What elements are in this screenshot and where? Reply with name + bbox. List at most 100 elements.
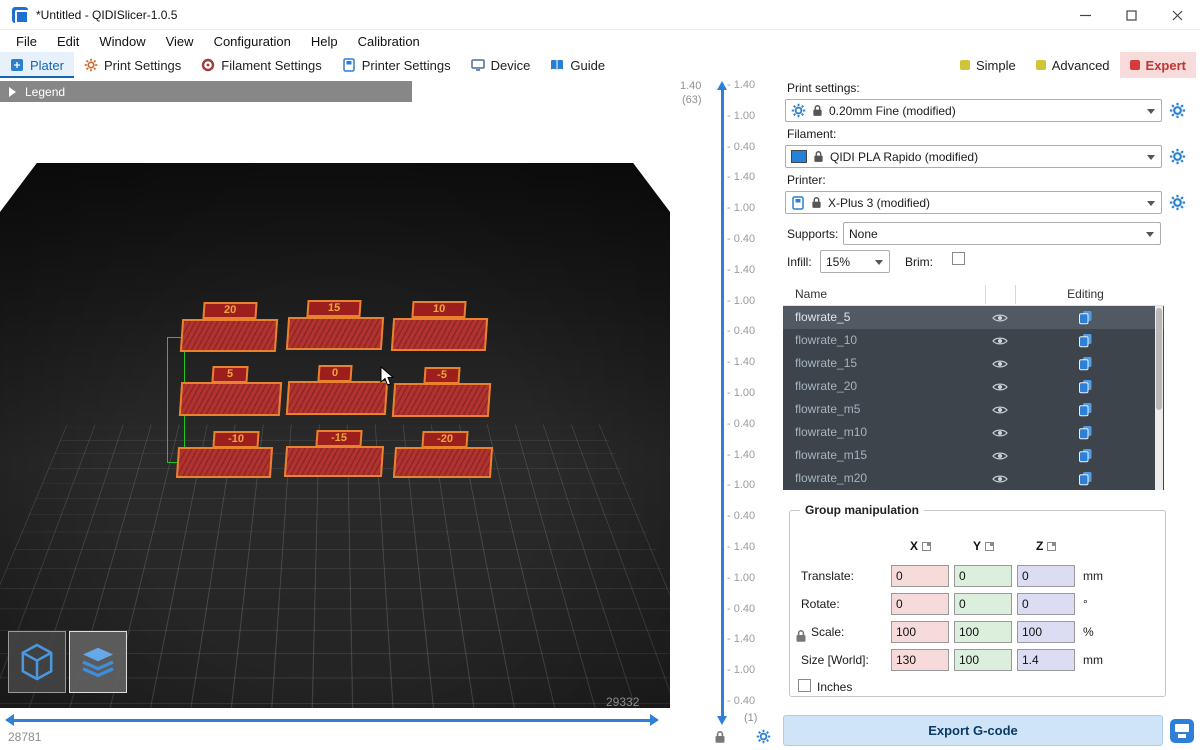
- scale-y-input[interactable]: [954, 621, 1012, 643]
- flowrate-slab[interactable]: [176, 447, 273, 478]
- flowrate-slab[interactable]: [391, 318, 488, 351]
- minimize-button[interactable]: [1062, 0, 1108, 30]
- send-to-printer-icon[interactable]: [1170, 719, 1194, 743]
- inches-checkbox[interactable]: [798, 679, 811, 692]
- flowrate-label-chip[interactable]: -15: [315, 430, 362, 447]
- menu-window[interactable]: Window: [89, 30, 155, 52]
- mode-advanced[interactable]: Advanced: [1026, 52, 1120, 78]
- filament-combo[interactable]: QIDI PLA Rapido (modified): [785, 145, 1162, 168]
- filament-gear-button[interactable]: [1169, 148, 1186, 165]
- 3d-editor-view-button[interactable]: [8, 631, 66, 693]
- object-list-row[interactable]: flowrate_20: [783, 375, 1164, 398]
- menu-file[interactable]: File: [6, 30, 47, 52]
- tab-print-settings[interactable]: Print Settings: [74, 52, 191, 78]
- flowrate-slab[interactable]: [180, 319, 278, 352]
- print-settings-gear-button[interactable]: [1169, 102, 1186, 119]
- flowrate-label-chip[interactable]: -20: [421, 431, 468, 448]
- scale-z-input[interactable]: [1017, 621, 1075, 643]
- horizontal-slider[interactable]: [14, 719, 650, 722]
- object-list-scrollbar[interactable]: [1155, 306, 1163, 490]
- menu-configuration[interactable]: Configuration: [204, 30, 301, 52]
- infill-combo[interactable]: 15%: [820, 250, 890, 273]
- world-coords-icon[interactable]: [922, 542, 931, 551]
- mode-simple[interactable]: Simple: [950, 52, 1026, 78]
- mode-expert[interactable]: Expert: [1120, 52, 1196, 78]
- eye-icon[interactable]: [992, 450, 1008, 464]
- print-settings-combo[interactable]: 0.20mm Fine (modified): [785, 99, 1162, 122]
- menu-edit[interactable]: Edit: [47, 30, 89, 52]
- edit-layers-icon[interactable]: [1078, 402, 1093, 420]
- flowrate-slab[interactable]: [286, 317, 384, 350]
- edit-layers-icon[interactable]: [1078, 379, 1093, 397]
- tab-filament-settings[interactable]: Filament Settings: [191, 52, 331, 78]
- menu-help[interactable]: Help: [301, 30, 348, 52]
- tab-plater[interactable]: Plater: [0, 52, 74, 78]
- printer-gear-button[interactable]: [1169, 194, 1186, 211]
- edit-layers-icon[interactable]: [1078, 471, 1093, 489]
- tab-guide[interactable]: Guide: [540, 52, 615, 78]
- object-list-row[interactable]: flowrate_m20: [783, 467, 1164, 490]
- translate-y-input[interactable]: [954, 565, 1012, 587]
- flowrate-slab[interactable]: [179, 382, 282, 416]
- eye-icon[interactable]: [992, 335, 1008, 349]
- flowrate-slab[interactable]: [284, 446, 384, 477]
- scale-x-input[interactable]: [891, 621, 949, 643]
- scrollbar-thumb[interactable]: [1156, 308, 1162, 410]
- uniform-scale-lock-icon[interactable]: [795, 629, 807, 646]
- title-bar[interactable]: *Untitled - QIDISlicer-1.0.5: [0, 0, 1200, 30]
- rotate-y-input[interactable]: [954, 593, 1012, 615]
- legend-bar[interactable]: Legend: [0, 81, 412, 102]
- translate-z-input[interactable]: [1017, 565, 1075, 587]
- translate-x-input[interactable]: [891, 565, 949, 587]
- hslider-right-arrow[interactable]: [650, 714, 659, 726]
- tab-device[interactable]: Device: [461, 52, 541, 78]
- close-button[interactable]: [1154, 0, 1200, 30]
- world-coords-icon[interactable]: [985, 542, 994, 551]
- edit-layers-icon[interactable]: [1078, 333, 1093, 351]
- layer-slider-down-arrow[interactable]: [717, 716, 727, 725]
- tab-printer-settings[interactable]: Printer Settings: [332, 52, 461, 78]
- flowrate-label-chip[interactable]: 10: [411, 301, 466, 318]
- edit-layers-icon[interactable]: [1078, 356, 1093, 374]
- eye-icon[interactable]: [992, 427, 1008, 441]
- eye-icon[interactable]: [992, 358, 1008, 372]
- layer-slider-gear-icon[interactable]: [756, 729, 771, 747]
- size-z-input[interactable]: [1017, 649, 1075, 671]
- size-x-input[interactable]: [891, 649, 949, 671]
- hslider-left-arrow[interactable]: [5, 714, 14, 726]
- maximize-button[interactable]: [1108, 0, 1154, 30]
- brim-checkbox[interactable]: [952, 252, 965, 265]
- eye-icon[interactable]: [992, 312, 1008, 326]
- menu-view[interactable]: View: [156, 30, 204, 52]
- layer-slider[interactable]: [721, 90, 724, 716]
- flowrate-slab[interactable]: [392, 383, 491, 417]
- object-list-row[interactable]: flowrate_15: [783, 352, 1164, 375]
- flowrate-label-chip[interactable]: 0: [317, 365, 352, 382]
- viewport-3d[interactable]: Legend 20 15 10 5 0 -5 -10 -15 -20: [0, 78, 670, 750]
- eye-icon[interactable]: [992, 381, 1008, 395]
- layer-slider-up-arrow[interactable]: [717, 81, 727, 90]
- edit-layers-icon[interactable]: [1078, 310, 1093, 328]
- object-list-row[interactable]: flowrate_5: [783, 306, 1164, 329]
- edit-layers-icon[interactable]: [1078, 425, 1093, 443]
- size-y-input[interactable]: [954, 649, 1012, 671]
- menu-calibration[interactable]: Calibration: [348, 30, 430, 52]
- flowrate-label-chip[interactable]: 20: [202, 302, 257, 319]
- flowrate-label-chip[interactable]: -10: [212, 431, 259, 448]
- flowrate-label-chip[interactable]: 5: [211, 366, 248, 383]
- eye-icon[interactable]: [992, 473, 1008, 487]
- rotate-z-input[interactable]: [1017, 593, 1075, 615]
- flowrate-slab[interactable]: [393, 447, 493, 478]
- object-list-row[interactable]: flowrate_m5: [783, 398, 1164, 421]
- export-gcode-button[interactable]: Export G-code: [783, 715, 1163, 746]
- world-coords-icon[interactable]: [1047, 542, 1056, 551]
- object-list-row[interactable]: flowrate_10: [783, 329, 1164, 352]
- flowrate-label-chip[interactable]: 15: [306, 300, 361, 317]
- printer-combo[interactable]: X-Plus 3 (modified): [785, 191, 1162, 214]
- flowrate-label-chip[interactable]: -5: [423, 367, 460, 384]
- supports-combo[interactable]: None: [843, 222, 1161, 245]
- rotate-x-input[interactable]: [891, 593, 949, 615]
- preview-layers-view-button[interactable]: [69, 631, 127, 693]
- layer-lock-icon[interactable]: [714, 730, 726, 747]
- edit-layers-icon[interactable]: [1078, 448, 1093, 466]
